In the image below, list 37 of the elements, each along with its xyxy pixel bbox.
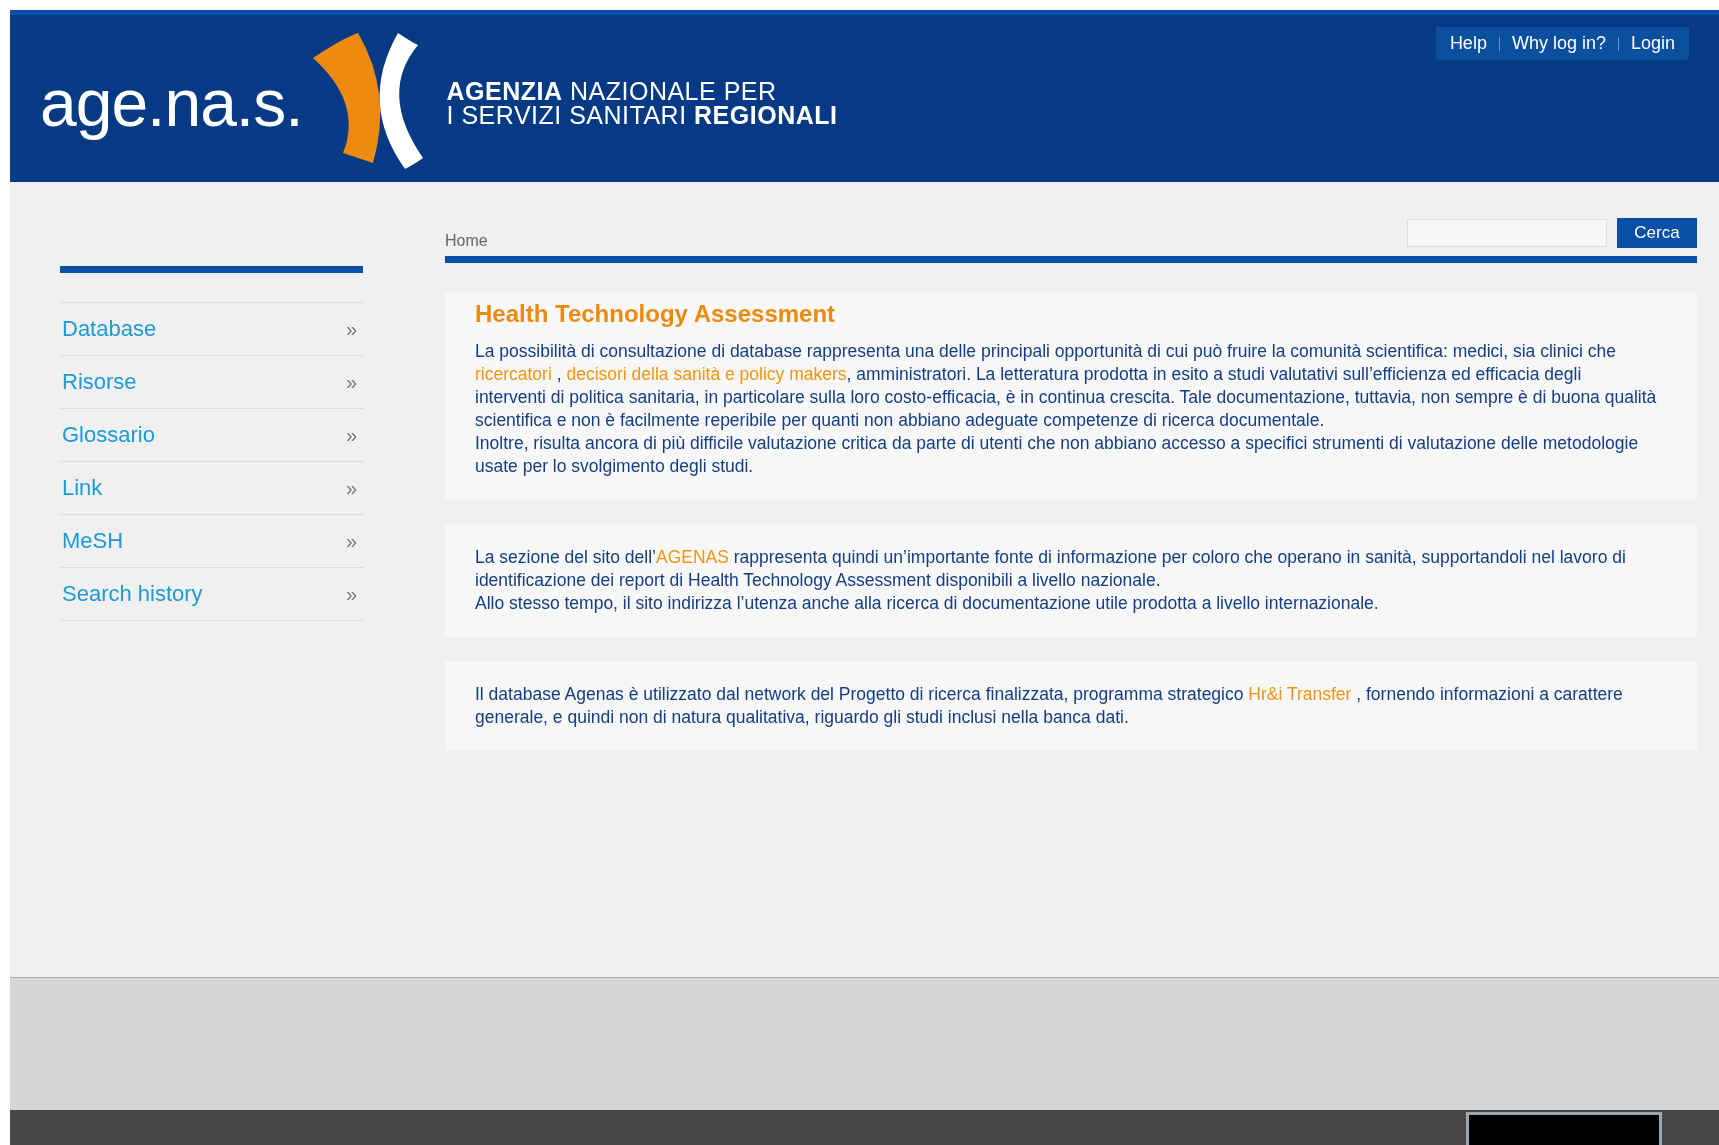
text-link[interactable]: AGENAS [655,547,729,567]
logo-text: age.na.s. [40,65,303,141]
chevron-icon: » [345,529,357,553]
text-link[interactable]: ricercatori [475,364,552,384]
paragraph: Allo stesso tempo, il sito indirizza l’utenza anche alla ricerca di documentazione utile prodotta a livello internazionale. [475,592,1380,615]
sidebar-label: MeSH [62,528,124,554]
text-link[interactable]: Hr&i Transfer [1248,684,1352,704]
sidebar-label: Search history [62,581,203,607]
chevron-icon: » [345,317,357,341]
paragraph: Inoltre, risulta ancora di più difficile valutazione critica da parte di utenti che non abbiano accesso a specifici strumenti di valutazione delle metodologie usate per lo svolgimento degli studi. [475,432,1640,478]
chevron-icon: » [345,370,357,394]
top-link[interactable]: Login [1630,33,1675,54]
paragraph: Il database Agenas è utilizzato dal network del Progetto di ricerca finalizzata, programma strategico Hr&i Transfer , fornendo informazioni a carattere generale, e quindi non di natura qualitativa, riguardo gli studi inclusi nella banca dati. [475,683,1624,729]
sidebar-item[interactable]: Glossario » [60,409,363,462]
search-button[interactable]: Cerca [1617,218,1697,248]
chevron-icon: » [345,423,357,447]
section-title: Health Technology Assessment [475,300,837,328]
breadcrumb: Home [445,232,488,250]
paragraph: La sezione del sito dell’AGENAS rappresenta quindi un’importante fonte di informazione per coloro che operano in sanità, supportandoli nel lavoro di identificazione dei report di Health Technology Assessment disponibili a livello nazionale. [475,546,1627,592]
top-link[interactable]: Why log in? [1511,33,1606,54]
sidebar-label: Risorse [62,369,137,395]
text-link[interactable]: decisori della sanità e policy makers [566,364,847,384]
sidebar-label: Glossario [62,422,155,448]
sidebar-item[interactable]: Search history » [60,568,363,621]
sidebar-item[interactable]: Link » [60,462,363,515]
agency-name: I SERVIZI SANITARI REGIONALI [446,103,838,127]
sidebar-item[interactable]: Risorse » [60,356,363,409]
agency-name: AGENZIA NAZIONALE PER [446,79,778,103]
chevron-icon: » [345,582,357,606]
paragraph: La possibilità di consultazione di database rappresenta una delle principali opportunità di cui può fruire la comunità scientifica: medici, sia clinici che ricercatori , decisori della sanità e policy makers, amministratori. La letteratura prodotta in esito a studi valutativi sull’efficienza ed efficacia degli interventi di politica sanitaria, in particolare sulla loro costo-efficacia, è in continua crescita. Tale documentazione, tuttavia, non sempre è di buona qualità scientifica e non è facilmente reperibile per quanti non abbiano adeguate competenze di ricerca documentale. [475,340,1657,432]
search-field[interactable] [1407,219,1607,247]
sidebar-item[interactable]: Database » [60,303,363,356]
chevron-icon: » [345,476,357,500]
sidebar-label: Database [62,316,157,342]
top-link[interactable]: Help [1449,33,1487,54]
sidebar-item[interactable]: MeSH » [60,515,363,568]
sidebar-label: Link [62,475,103,501]
